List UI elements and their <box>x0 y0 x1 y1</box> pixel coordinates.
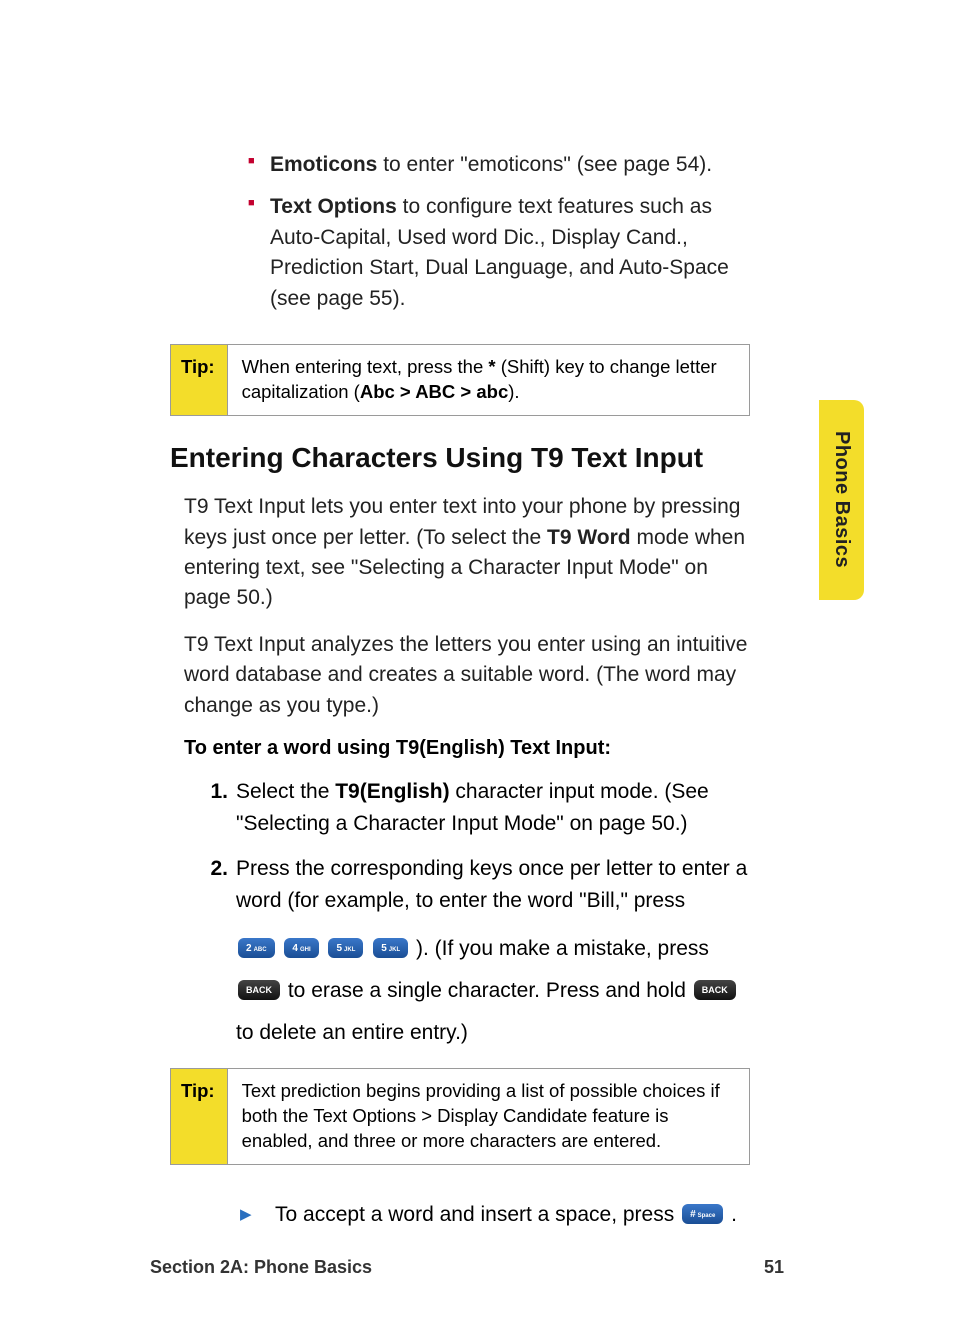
tip-box: Tip: When entering text, press the * (Sh… <box>170 344 750 416</box>
tip-box: Tip: Text prediction begins providing a … <box>170 1068 750 1165</box>
bullet-term: Text Options <box>270 195 397 218</box>
step-text: Select the <box>236 780 335 803</box>
sub-heading: To enter a word using T9(English) Text I… <box>184 737 750 760</box>
tip-body: Text prediction begins providing a list … <box>228 1069 749 1164</box>
section-heading: Entering Characters Using T9 Text Input <box>170 442 750 474</box>
step-bold: T9(English) <box>335 780 449 803</box>
key-sub: Space <box>698 1213 716 1219</box>
tip-body: When entering text, press the * (Shift) … <box>228 345 749 415</box>
footer-page-number: 51 <box>764 1257 784 1278</box>
page-footer: Section 2A: Phone Basics 51 <box>150 1257 784 1278</box>
key-num: 4 <box>292 943 298 954</box>
step-item: Press the corresponding keys once per le… <box>194 853 750 1054</box>
body-paragraph: T9 Text Input analyzes the letters you e… <box>184 630 750 721</box>
tip-text: ). <box>508 381 519 402</box>
key-sub: ABC <box>254 947 267 953</box>
key-2-icon: 2ABC <box>238 938 275 958</box>
arrow-list-item: ▶ To accept a word and insert a space, p… <box>240 1199 750 1231</box>
tip-text: When entering text, press the <box>242 356 489 377</box>
bullet-term: Emoticons <box>270 153 377 176</box>
key-hash-icon: #Space <box>682 1204 723 1224</box>
tip-label: Tip: <box>171 345 228 415</box>
list-item: Text Options to configure text features … <box>270 192 750 314</box>
step-text: to erase a single character. Press and h… <box>288 979 692 1002</box>
arrow-text: To accept a word and insert a space, pre… <box>275 1203 680 1226</box>
key-num: 2 <box>246 943 252 954</box>
key-num: 5 <box>381 943 387 954</box>
key-sub: GHI <box>300 947 311 953</box>
para-bold: T9 Word <box>547 526 631 549</box>
arrow-text: . <box>731 1203 737 1226</box>
key-5-icon: 5JKL <box>328 938 363 958</box>
key-sub: JKL <box>389 947 400 953</box>
feature-bullets: Emoticons to enter "emoticons" (see page… <box>270 150 750 314</box>
step-text: Press the corresponding keys once per le… <box>236 857 747 912</box>
tip-star: * <box>488 356 495 377</box>
bullet-rest: to enter "emoticons" (see page 54). <box>377 153 712 176</box>
key-5-icon: 5JKL <box>373 938 408 958</box>
tip-sequence: Abc > ABC > abc <box>360 381 508 402</box>
steps-list: Select the T9(English) character input m… <box>194 776 750 1054</box>
list-item: Emoticons to enter "emoticons" (see page… <box>270 150 750 180</box>
step-item: Select the T9(English) character input m… <box>194 776 750 839</box>
key-sub: JKL <box>344 947 355 953</box>
arrow-icon: ▶ <box>240 1204 252 1227</box>
key-4-icon: 4GHI <box>284 938 318 958</box>
key-back-icon: BACK <box>694 980 736 1000</box>
key-back-icon: BACK <box>238 980 280 1000</box>
key-num: # <box>690 1209 696 1220</box>
body-paragraph: T9 Text Input lets you enter text into y… <box>184 492 750 614</box>
key-num: 5 <box>336 943 342 954</box>
step-text: ). (If you make a mistake, press <box>416 937 709 960</box>
footer-section: Section 2A: Phone Basics <box>150 1257 372 1278</box>
tip-label: Tip: <box>171 1069 228 1164</box>
step-text: to delete an entire entry.) <box>236 1021 468 1044</box>
